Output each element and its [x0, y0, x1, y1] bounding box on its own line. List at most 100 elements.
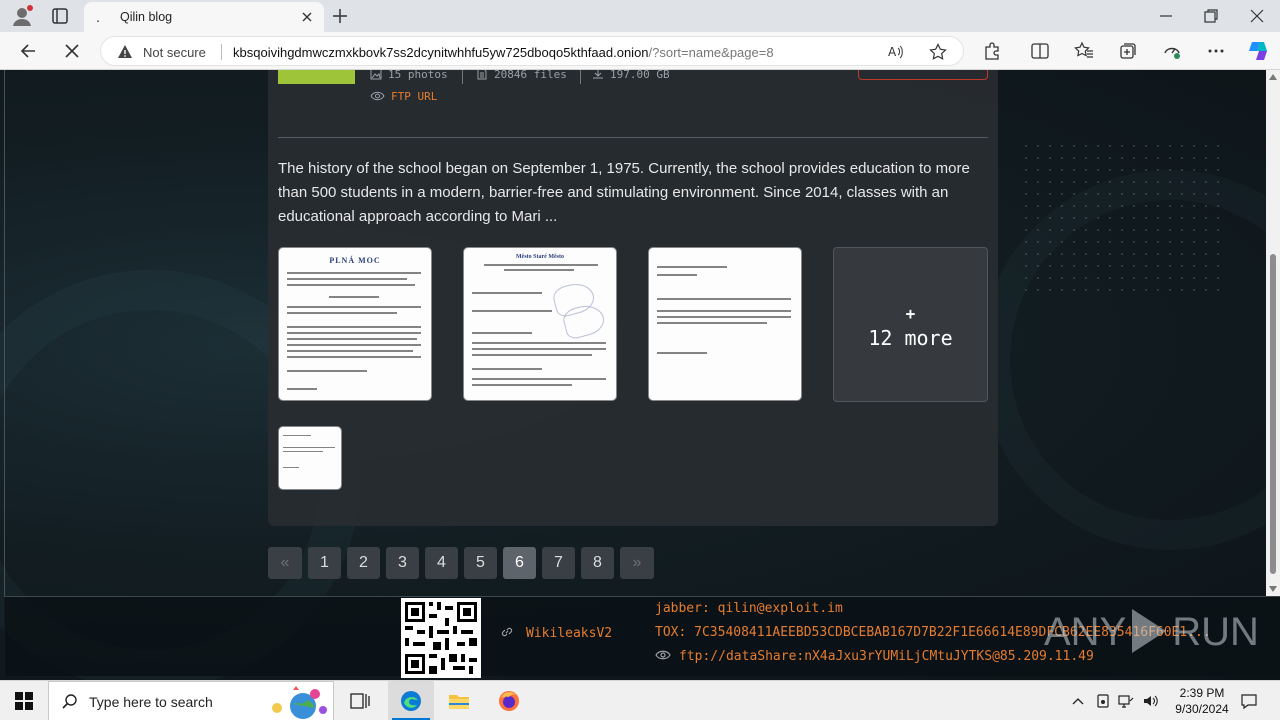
page-link-5[interactable]: 5	[464, 547, 497, 579]
wikileaks-link[interactable]: WikileaksV2	[500, 625, 612, 641]
page-link-4[interactable]: 4	[425, 547, 458, 579]
post-card: 15 photos 20846 files 197.00 GB FTP URL …	[268, 70, 998, 526]
close-icon[interactable]	[298, 8, 316, 26]
chevron-up-icon[interactable]	[1070, 693, 1086, 709]
split-screen-icon[interactable]	[1030, 41, 1050, 61]
pagination: « 1 2 3 4 5 6 7 8 »	[268, 547, 660, 580]
files-text: 20846 files	[494, 70, 567, 81]
favorites-icon[interactable]	[1074, 41, 1094, 61]
address-toolbar: Not secure kbsqoivihgdmwczmxkbovk7ss2dcy…	[0, 32, 1280, 70]
tabs-icon[interactable]	[50, 6, 70, 26]
tray-app-icon[interactable]	[1095, 693, 1111, 709]
firefox-icon[interactable]	[497, 689, 521, 713]
frame-edge	[4, 70, 5, 676]
divider	[278, 137, 988, 138]
scroll-down-icon[interactable]	[1269, 586, 1277, 592]
scrollbar[interactable]	[1266, 70, 1280, 596]
task-view-icon[interactable]	[348, 689, 372, 713]
address-input[interactable]: Not secure kbsqoivihgdmwczmxkbovk7ss2dcy…	[100, 36, 964, 66]
windows-taskbar: Type here to search 2:39 PM 9/30/2024	[0, 680, 1280, 720]
security-label[interactable]: Not secure	[143, 45, 206, 60]
warning-icon[interactable]	[117, 44, 133, 60]
wikileaks-label: WikileaksV2	[526, 626, 613, 641]
page-link-3[interactable]: 3	[386, 547, 419, 579]
thumbnail-heading: PLNÁ MOC	[329, 256, 381, 265]
pagination-prev[interactable]: «	[268, 547, 302, 579]
page-viewport: 15 photos 20846 files 197.00 GB FTP URL …	[0, 70, 1280, 680]
meta-divider	[462, 70, 463, 84]
copilot-icon[interactable]	[1246, 39, 1270, 63]
jabber-contact[interactable]: jabber: qilin@exploit.im	[655, 601, 843, 616]
document-thumbnail[interactable]: Město Staré Město	[463, 247, 617, 401]
search-highlight-icon	[272, 686, 327, 719]
ftp-url-label: FTP URL	[391, 90, 438, 103]
restore-icon[interactable]	[1201, 6, 1221, 26]
url-host: kbsqoivihgdmwczmxkbovk7ss2dcynitwhhfu5yw…	[233, 45, 649, 60]
edge-icon[interactable]	[399, 689, 423, 713]
qr-code	[401, 598, 481, 678]
ftp-share-link[interactable]: ftp://dataShare:nX4aJxu3rYUMiLjCMtuJYTKS…	[655, 649, 1094, 664]
tab-strip: . Qilin blog	[0, 0, 1280, 32]
extensions-icon[interactable]	[982, 41, 1002, 61]
link-icon	[501, 627, 513, 637]
watermark-text: ANY	[1044, 610, 1127, 654]
scroll-up-icon[interactable]	[1269, 74, 1277, 80]
play-icon	[1132, 609, 1167, 653]
profile-icon[interactable]	[10, 4, 34, 28]
scrollbar-thumb[interactable]	[1270, 254, 1276, 574]
divider	[221, 44, 222, 60]
page-link-8[interactable]: 8	[581, 547, 614, 579]
page-link-1[interactable]: 1	[308, 547, 341, 579]
more-icon[interactable]	[1206, 41, 1226, 61]
page-link-2[interactable]: 2	[347, 547, 380, 579]
clock-time: 2:39 PM	[1179, 686, 1225, 700]
stop-icon[interactable]	[62, 41, 82, 61]
performance-icon[interactable]	[1162, 41, 1182, 61]
ftp-share-text: ftp://dataShare:nX4aJxu3rYUMiLjCMtuJYTKS…	[679, 649, 1094, 664]
watermark-text-2: RUN	[1172, 610, 1259, 654]
plus-label: +	[905, 304, 916, 323]
star-icon[interactable]	[929, 43, 947, 61]
search-icon	[62, 694, 77, 709]
url-path: /?sort=name&page=8	[648, 45, 774, 60]
post-description: The history of the school began on Septe…	[278, 160, 970, 225]
back-icon[interactable]	[18, 41, 38, 61]
background-dots	[1020, 140, 1220, 300]
more-count: 12 more	[868, 326, 953, 350]
size-text: 197.00 GB	[610, 70, 670, 81]
network-icon[interactable]	[1118, 693, 1134, 709]
tab-favicon: .	[96, 9, 100, 25]
meta-divider	[580, 70, 581, 84]
visit-button[interactable]	[858, 70, 988, 80]
volume-icon[interactable]	[1142, 693, 1158, 709]
document-thumbnail[interactable]	[278, 426, 342, 490]
tab-qilin-blog[interactable]: . Qilin blog	[84, 2, 324, 32]
file-explorer-icon[interactable]	[447, 689, 471, 713]
page-link-6[interactable]: 6	[503, 547, 536, 579]
thumbnail-heading: Město Staré Město	[516, 254, 564, 260]
status-tag	[278, 70, 355, 84]
url-text[interactable]: kbsqoivihgdmwczmxkbovk7ss2dcynitwhhfu5yw…	[233, 45, 774, 60]
search-placeholder: Type here to search	[89, 694, 213, 710]
document-thumbnail[interactable]	[648, 247, 802, 401]
notification-icon[interactable]	[1240, 692, 1258, 710]
page-link-7[interactable]: 7	[542, 547, 575, 579]
pagination-next[interactable]: »	[620, 547, 654, 579]
download-icon	[593, 70, 603, 79]
collections-icon[interactable]	[1118, 41, 1138, 61]
more-photos-button[interactable]: + 12 more	[833, 247, 988, 402]
files-count: 20846 files	[476, 70, 567, 81]
close-window-icon[interactable]	[1247, 6, 1267, 26]
document-thumbnail[interactable]: PLNÁ MOC	[278, 247, 432, 401]
plus-icon[interactable]	[330, 6, 350, 26]
read-aloud-icon[interactable]: A	[887, 43, 905, 61]
anyrun-watermark: ANY RUN	[1044, 609, 1259, 657]
ftp-url-link[interactable]: FTP URL	[370, 90, 437, 103]
size-value: 197.00 GB	[592, 70, 670, 81]
minimize-icon[interactable]	[1156, 6, 1176, 26]
windows-start-icon[interactable]	[14, 691, 34, 711]
taskbar-search-input[interactable]: Type here to search	[48, 681, 334, 720]
taskbar-clock[interactable]: 2:39 PM 9/30/2024	[1160, 685, 1244, 717]
eye-icon	[370, 91, 385, 101]
clock-date: 9/30/2024	[1175, 702, 1229, 716]
